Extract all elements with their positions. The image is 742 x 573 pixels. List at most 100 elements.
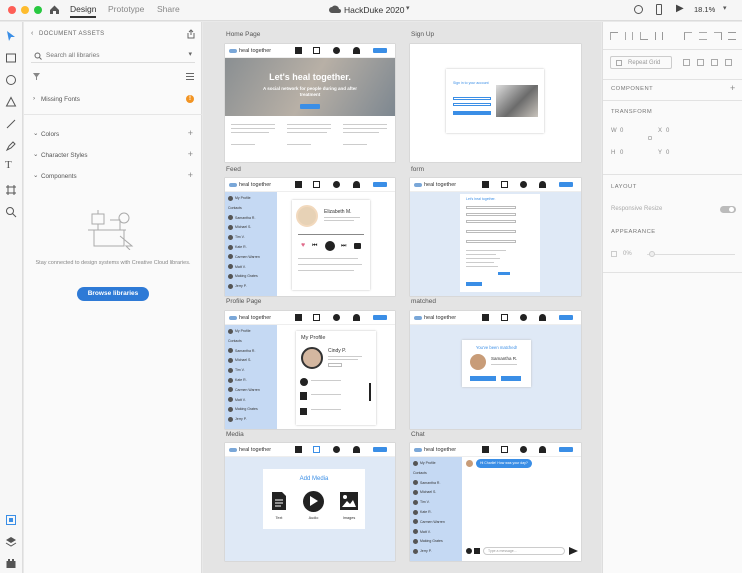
search-box[interactable]: ▾	[31, 48, 195, 63]
artboard-tool-icon[interactable]	[5, 184, 17, 196]
document-title[interactable]: HackDuke 2020	[344, 5, 404, 15]
x-field[interactable]: 0	[666, 128, 669, 134]
missing-fonts-label[interactable]: Missing Fonts	[41, 96, 80, 103]
user-icon[interactable]	[634, 5, 643, 14]
layers-icon[interactable]	[5, 536, 17, 548]
post-text	[298, 258, 358, 259]
line-tool-icon[interactable]	[5, 118, 17, 130]
boolean-subtract-icon[interactable]	[697, 59, 704, 66]
boolean-intersect-icon[interactable]	[711, 59, 718, 66]
opacity-slider[interactable]	[647, 254, 735, 255]
artboard-label-feed[interactable]: Feed	[226, 166, 241, 173]
align-center-icon[interactable]	[699, 32, 707, 40]
brand-logo: heal together	[414, 182, 456, 188]
opacity-value[interactable]: 0%	[623, 251, 632, 257]
play-icon[interactable]: ▶	[676, 3, 684, 14]
sidebar-contact-item: Matt V.	[413, 529, 431, 536]
align-middle-icon[interactable]	[625, 32, 633, 40]
tab-share[interactable]: Share	[157, 4, 180, 14]
add-component-icon[interactable]: +	[730, 83, 735, 93]
boolean-exclude-icon[interactable]	[725, 59, 732, 66]
home-icon[interactable]	[49, 4, 60, 15]
artboard-label-form[interactable]: form	[411, 166, 424, 173]
add-color-icon[interactable]: +	[188, 128, 193, 138]
chevron-down-icon[interactable]: ⌄	[33, 151, 38, 158]
assets-panel-icon[interactable]	[5, 514, 17, 526]
tab-prototype[interactable]: Prototype	[108, 4, 144, 14]
rectangle-tool-icon[interactable]	[5, 52, 17, 64]
form-field	[466, 220, 516, 223]
chevron-left-icon[interactable]: ‹	[31, 30, 33, 37]
add-icon	[313, 47, 320, 54]
avatar	[228, 215, 233, 221]
artboard-profile-page[interactable]: heal together My Profile Contacts Samantha…	[225, 311, 395, 429]
colors-section[interactable]: Colors	[41, 131, 59, 138]
components-section[interactable]: Components	[41, 173, 77, 180]
play-icon	[325, 241, 335, 251]
minimize-window-button[interactable]	[21, 6, 29, 14]
chat-icon	[520, 181, 527, 188]
close-window-button[interactable]	[8, 6, 16, 14]
tab-design[interactable]: Design	[70, 4, 97, 18]
polygon-tool-icon[interactable]	[5, 96, 17, 108]
y-field[interactable]: 0	[666, 150, 669, 156]
text-tool-icon[interactable]: T	[5, 159, 17, 171]
zoom-level[interactable]: 18.1%	[694, 5, 715, 14]
chevron-down-icon[interactable]: ▾	[406, 4, 410, 12]
artboard-label-chat[interactable]: Chat	[411, 431, 425, 438]
avatar	[228, 328, 233, 334]
height-field[interactable]: 0	[620, 150, 623, 156]
maximize-window-button[interactable]	[34, 6, 42, 14]
artboard-sign-up[interactable]: Sign in to your account	[410, 44, 581, 162]
artboard-home-page[interactable]: heal together Let's heal together. A soc…	[225, 44, 395, 162]
list-view-icon[interactable]	[185, 72, 195, 81]
plugins-icon[interactable]	[5, 558, 17, 570]
opacity-slider-handle[interactable]	[649, 251, 655, 257]
filter-icon[interactable]	[32, 72, 41, 81]
add-character-style-icon[interactable]: +	[188, 149, 193, 159]
ellipse-tool-icon[interactable]	[5, 74, 17, 86]
width-field[interactable]: 0	[620, 128, 623, 134]
home-icon	[295, 47, 302, 54]
align-bottom-icon[interactable]	[640, 32, 648, 40]
distribute-horizontal-icon[interactable]	[728, 32, 736, 40]
chevron-down-icon[interactable]: ⌄	[33, 172, 38, 179]
artboard-label-home[interactable]: Home Page	[226, 31, 260, 38]
sidebar-contact-label: Carmen Warren	[235, 387, 260, 392]
chevron-down-icon[interactable]: ▾	[188, 50, 192, 58]
add-component-icon[interactable]: +	[188, 170, 193, 180]
libraries-info-text: Stay connected to design systems with Cr…	[35, 260, 191, 266]
artboard-label-signup[interactable]: Sign Up	[411, 31, 434, 38]
artboard-label-matched[interactable]: matched	[411, 298, 436, 305]
share-library-icon[interactable]	[186, 29, 196, 39]
pen-tool-icon[interactable]	[5, 140, 17, 152]
character-styles-section[interactable]: Character Styles	[41, 152, 88, 159]
artboard-feed[interactable]: heal together My Profile Contacts Samantha…	[225, 178, 395, 296]
artboard-matched[interactable]: heal together You've been matched! Saman…	[410, 311, 581, 429]
design-canvas[interactable]: Home Page heal together Let's heal toget…	[203, 22, 601, 573]
responsive-resize-toggle[interactable]	[720, 206, 736, 213]
mobile-preview-icon[interactable]	[656, 4, 662, 15]
align-right-icon[interactable]	[714, 32, 722, 40]
repeat-grid-button[interactable]: Repeat Grid	[610, 56, 672, 69]
zoom-dropdown-icon[interactable]: ▾	[723, 4, 727, 12]
artboard-label-media[interactable]: Media	[226, 431, 244, 438]
align-left-icon[interactable]	[684, 32, 692, 40]
lock-aspect-icon[interactable]	[648, 136, 652, 140]
missing-fonts-chevron-icon[interactable]: ›	[33, 95, 35, 102]
artboard-chat[interactable]: heal together My Profile Contacts Samantha…	[410, 443, 581, 561]
align-top-icon[interactable]	[610, 32, 618, 40]
distribute-vertical-icon[interactable]	[655, 32, 663, 40]
boolean-add-icon[interactable]	[683, 59, 690, 66]
artboard-form[interactable]: heal together Let's heal together.	[410, 178, 581, 296]
form-submit-button	[498, 272, 510, 275]
chevron-down-icon[interactable]: ⌄	[33, 130, 38, 137]
artboard-label-profile[interactable]: Profile Page	[226, 298, 261, 305]
warning-icon: !	[186, 95, 194, 103]
search-input[interactable]	[46, 50, 176, 60]
browse-libraries-button[interactable]: Browse libraries	[77, 287, 149, 301]
sidebar-contact-item: Jerry P.	[228, 416, 247, 423]
select-tool-icon[interactable]	[5, 30, 17, 42]
zoom-tool-icon[interactable]	[5, 206, 17, 218]
artboard-media[interactable]: heal together Add Media Text Audio Image…	[225, 443, 395, 561]
